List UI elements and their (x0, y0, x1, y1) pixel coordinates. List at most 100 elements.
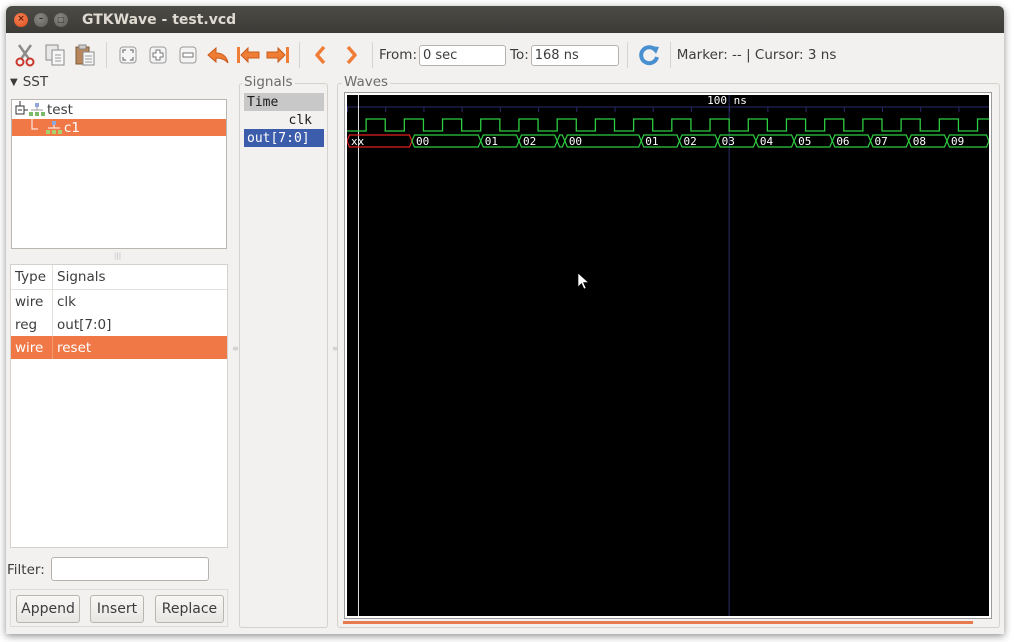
signal-row-clk[interactable]: clk (244, 111, 324, 129)
tree-branch-line (31, 119, 38, 130)
pane-splitter-handle[interactable]: ||| (114, 252, 121, 260)
bus-value-label: xx (351, 135, 365, 148)
tree-item-test[interactable]: test (12, 101, 226, 118)
ruler-label: 100 ns (707, 95, 747, 107)
to-time-input[interactable] (530, 44, 619, 66)
zoom-to-start-button[interactable] (233, 40, 263, 70)
tree-item-c1[interactable]: c1 (12, 119, 226, 136)
zoom-fit-icon (119, 46, 137, 64)
signal-list-row-selected[interactable]: wire reset (11, 336, 227, 359)
signal-row-time[interactable]: Time (244, 93, 324, 111)
next-edge-icon (346, 45, 357, 65)
to-label: To: (510, 47, 529, 63)
bus-value-label: 09 (951, 135, 964, 148)
tree-item-label: c1 (64, 119, 81, 136)
maximize-window-button[interactable]: □ (54, 12, 68, 27)
previous-edge-button[interactable] (306, 40, 336, 70)
bus-value-label: 05 (798, 135, 811, 148)
hierarchy-tree[interactable]: test c1 (11, 99, 227, 249)
module-icon (29, 102, 45, 116)
tree-item-label: test (47, 101, 73, 118)
minimize-window-button[interactable]: – (34, 12, 48, 27)
reload-button[interactable] (634, 40, 664, 70)
bus-value-label: 03 (722, 135, 735, 148)
signal-list-row[interactable]: reg out[7:0] (11, 313, 227, 336)
column-header-signals[interactable]: Signals (53, 265, 106, 289)
waveform-svg: 100 ns xx 00 01 02 00 01 02 03 04 05 06 07 08 09 (347, 95, 989, 616)
bus-value-label: 01 (645, 135, 658, 148)
bus-value-label: 00 (416, 135, 429, 148)
title-bar: × – □ GTKWave - test.vcd (6, 6, 1004, 33)
signal-name: reset (57, 339, 92, 356)
copy-button[interactable] (40, 40, 70, 70)
toolbar-separator (669, 42, 671, 68)
signal-list[interactable]: Type Signals wire clk reg out[7:0] wire … (10, 264, 228, 548)
pane-resize-handle[interactable]: ≡ (232, 345, 239, 353)
module-icon (46, 120, 62, 134)
from-label: From: (379, 47, 417, 63)
toolbar-separator (106, 42, 107, 68)
zoom-in-button[interactable] (143, 40, 173, 70)
close-icon: × (17, 14, 25, 24)
marker-cursor-status: Marker: -- | Cursor: 3 ns (676, 47, 837, 63)
tree-collapse-icon (15, 101, 28, 115)
zoom-to-end-button[interactable] (263, 40, 293, 70)
filter-label: Filter: (7, 562, 45, 578)
horizontal-scrollbar[interactable] (343, 621, 973, 624)
replace-button[interactable]: Replace (155, 595, 224, 623)
signals-frame (239, 83, 328, 628)
sst-expander[interactable]: ▼ SST (10, 74, 48, 90)
filter-input[interactable] (51, 557, 209, 581)
zoom-fit-button[interactable] (113, 40, 143, 70)
bus-value-label: 07 (875, 135, 888, 148)
column-header-type[interactable]: Type (11, 265, 53, 289)
copy-icon (45, 44, 65, 66)
zoom-out-icon (179, 46, 197, 64)
bus-value-label: 00 (569, 135, 582, 148)
bus-value-label: 04 (760, 135, 774, 148)
next-edge-button[interactable] (336, 40, 366, 70)
toolbar-separator (372, 42, 373, 68)
from-time-input[interactable] (419, 44, 506, 66)
toolbar: From: To: Marker: -- | Cursor: 3 ns (6, 33, 1004, 77)
close-window-button[interactable]: × (14, 12, 28, 27)
gtkwave-window: × – □ GTKWave - test.vcd From: 0 sec To:… (6, 6, 1004, 634)
append-button[interactable]: Append (16, 595, 80, 623)
undo-zoom-button[interactable] (203, 40, 233, 70)
insert-button[interactable]: Insert (90, 595, 144, 623)
zoom-to-end-icon (266, 46, 289, 64)
signals-pane-label: Signals (242, 74, 295, 90)
toolbar-separator (626, 42, 628, 68)
signal-names-list[interactable]: Time clk out[7:0] (244, 93, 324, 147)
paste-button[interactable] (70, 40, 100, 70)
toolbar-separator (299, 42, 300, 68)
signal-type: wire (11, 336, 53, 359)
bus-value-label: 01 (485, 135, 498, 148)
bus-value-label: 02 (683, 135, 696, 148)
signal-name: out[7:0] (57, 316, 112, 333)
signal-row-out[interactable]: out[7:0] (244, 129, 324, 147)
zoom-in-icon (149, 46, 167, 64)
paste-icon (75, 44, 95, 66)
maximize-icon: □ (57, 14, 65, 24)
zoom-to-start-icon (237, 46, 260, 64)
clk-waveform (347, 118, 989, 132)
minimize-icon: – (38, 14, 44, 24)
waves-pane-label: Waves (342, 74, 391, 90)
bus-value-label: 06 (836, 135, 849, 148)
cut-button[interactable] (10, 40, 40, 70)
zoom-out-button[interactable] (173, 40, 203, 70)
window-title: GTKWave - test.vcd (82, 11, 237, 28)
previous-edge-icon (315, 45, 326, 65)
signal-type: reg (11, 313, 53, 336)
undo-zoom-icon (207, 46, 229, 64)
sst-label: SST (22, 74, 49, 90)
cut-icon (15, 44, 35, 67)
signal-list-row[interactable]: wire clk (11, 290, 227, 313)
bus-segment (556, 134, 566, 148)
bus-value-label: 02 (523, 135, 536, 148)
mouse-pointer-icon (577, 272, 590, 290)
signal-name: clk (57, 293, 76, 310)
signal-list-header: Type Signals (11, 265, 227, 290)
waveform-canvas[interactable]: 100 ns xx 00 01 02 00 01 02 03 04 05 06 07 08 09 (344, 92, 992, 619)
